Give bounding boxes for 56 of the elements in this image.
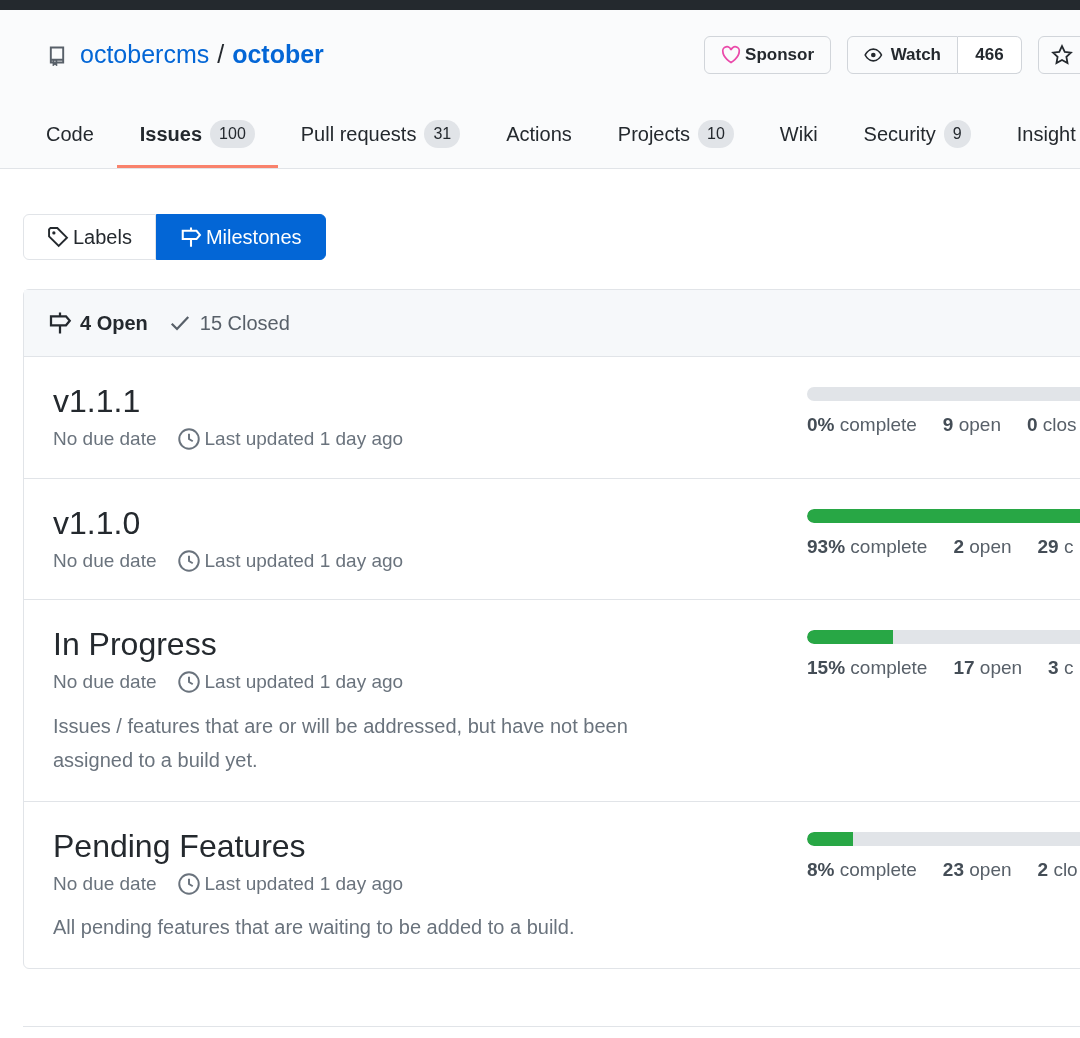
due-date-text: No due date [53,871,157,896]
milestone-description: All pending features that are waiting to be added to a build. [53,915,576,940]
open-issues-text: 9 open [942,413,1001,437]
nav-tab[interactable]: Projects 10 [594,102,757,168]
nav-tab[interactable]: Insight [993,102,1080,168]
nav-tab[interactable]: Actions [483,102,595,168]
open-issues-text: 2 open [953,534,1012,559]
due-date-text: No due date [53,670,157,694]
due-date-text: No due date [53,427,157,451]
closed-issues-text: 29 c [1037,534,1074,559]
last-updated-text: Last updated 1 day ago [204,548,404,573]
milestones-button[interactable]: Milestones [155,214,326,260]
nav-tab[interactable]: Issues 100 [116,102,278,168]
percent-complete-text: 93% complete [807,534,928,559]
milestone-title-link[interactable]: In Progress [53,624,783,664]
owner-link[interactable]: octobercms [80,36,210,74]
count-badge: 9 [943,119,971,148]
state-filter-link[interactable]: 15 Closed [167,308,290,338]
sponsor-button[interactable]: Sponsor [704,36,831,74]
clock-icon [176,427,201,452]
last-updated-text: Last updated 1 day ago [204,427,404,451]
nav-tab[interactable]: Security 9 [840,102,994,168]
clock-icon [176,871,201,896]
last-updated-text: Last updated 1 day ago [204,670,404,694]
nav-tab[interactable]: Code [23,102,117,168]
nav-tab[interactable]: Pull requests 31 [277,102,484,168]
milestone-icon [48,311,72,335]
watch-button[interactable]: Watch [847,36,958,74]
count-badge: 31 [424,119,461,148]
milestone-title-link[interactable]: Pending Features [53,825,783,866]
open-issues-text: 23 open [942,857,1012,882]
tag-icon [47,226,69,248]
due-date-text: No due date [53,548,157,573]
nav-tab[interactable]: Wiki [756,102,841,168]
percent-complete-text: 8% complete [807,857,917,882]
milestone-title-link[interactable]: v1.1.1 [53,381,783,421]
labels-button[interactable]: Labels [23,214,156,260]
watchers-count[interactable]: 466 [958,36,1022,74]
percent-complete-text: 15% complete [807,656,928,680]
state-filter-link[interactable]: 4 Open [48,308,148,338]
open-issues-text: 17 open [953,656,1023,680]
milestone-description: Issues / features that are or will be addressed, but have not been assigned to a build yet. [53,713,629,773]
clock-icon [176,548,201,573]
count-badge: 100 [210,119,255,148]
path-separator: / [217,39,225,70]
last-updated-text: Last updated 1 day ago [204,871,404,896]
count-badge: 10 [698,119,734,148]
milestone-icon [179,226,202,248]
percent-complete-text: 0% complete [807,413,917,437]
closed-issues-text: 0 clos [1026,413,1077,437]
closed-issues-text: 3 c [1048,656,1074,680]
repo-name-link[interactable]: october [232,36,324,74]
milestone-title-link[interactable]: v1.1.0 [53,502,783,543]
clock-icon [176,670,201,695]
closed-issues-text: 2 clo [1037,857,1078,882]
star-icon [1051,44,1073,66]
